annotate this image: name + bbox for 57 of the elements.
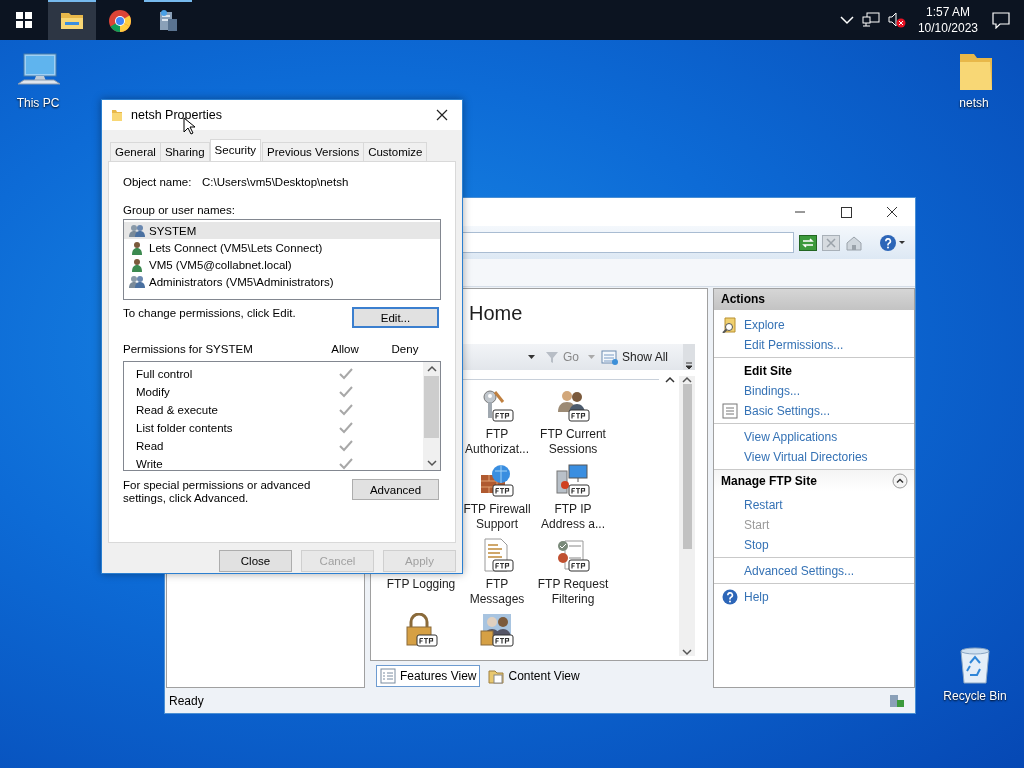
permission-name: Read [136, 440, 165, 452]
action-link[interactable]: Restart [744, 498, 783, 512]
action-link[interactable]: Explore [744, 318, 785, 332]
view-tab[interactable]: Content View [484, 665, 584, 687]
tab[interactable]: Security [209, 139, 262, 161]
feature-label[interactable]: FTP Firewall Support [459, 502, 535, 532]
section-title: Manage FTP Site [721, 474, 817, 488]
status-text: Ready [169, 693, 204, 708]
column-header: Allow [330, 343, 360, 357]
permission-name: List folder contents [136, 422, 234, 434]
feature-label[interactable]: FTP IP Address a... [535, 502, 611, 532]
list-item[interactable]: Administrators (VM5\Administrators) [124, 273, 440, 290]
list-item[interactable]: Lets Connect (VM5\Lets Connect) [124, 239, 440, 256]
tab[interactable]: Sharing [159, 142, 210, 161]
dialog-button[interactable]: Close [219, 550, 292, 572]
feature-label[interactable]: FTP Authorizat... [459, 427, 535, 457]
feature-label[interactable]: FTP Logging [383, 577, 459, 592]
section-heading: Edit Site [743, 363, 793, 380]
edit-button[interactable]: Edit... [352, 307, 439, 328]
permission-name: Full control [136, 368, 194, 380]
clock-date[interactable]: 10/10/2023 [917, 20, 978, 36]
view-tab[interactable]: Features View [376, 665, 481, 687]
action-link[interactable]: Bindings... [744, 384, 801, 398]
feature-label[interactable]: FTP Request Filtering [535, 577, 611, 607]
permission-name: Modify [136, 386, 171, 398]
action-link[interactable]: Edit Permissions... [744, 338, 844, 352]
field-label: Object name: [123, 176, 193, 188]
field-label: Permissions for SYSTEM [123, 343, 254, 357]
column-header: Deny [390, 343, 420, 357]
list-item[interactable]: VM5 (VM5@collabnet.local) [124, 256, 440, 273]
object-path: C:\Users\vm5\Desktop\netsh [202, 176, 349, 188]
tab[interactable]: Previous Versions [262, 142, 365, 161]
tab[interactable]: Customize [363, 142, 428, 161]
action-link[interactable]: Basic Settings... [744, 404, 831, 418]
advanced-button[interactable]: Advanced [352, 479, 439, 500]
action-link[interactable]: Help [744, 590, 769, 604]
feature-label[interactable]: FTP Messages [459, 577, 535, 607]
tab[interactable]: General [110, 142, 161, 161]
list-item[interactable]: SYSTEM [124, 222, 440, 239]
action-link[interactable]: View Applications [744, 430, 838, 444]
show-all-button[interactable]: Show All [600, 349, 668, 365]
permission-name: Read & execute [136, 404, 219, 416]
field-label: Group or user names: [123, 204, 236, 216]
action-link[interactable]: Advanced Settings... [744, 564, 855, 578]
feature-label[interactable]: FTP Current Sessions [535, 427, 611, 457]
page-title: Home [469, 302, 523, 325]
pane-header: Actions [714, 289, 914, 310]
clock-time[interactable]: 1:57 AM [925, 4, 970, 20]
desktop-icon-label[interactable]: This PC [16, 96, 60, 110]
desktop-icon-label[interactable]: Recycle Bin [943, 689, 1007, 703]
action-link[interactable]: Stop [744, 538, 769, 552]
window-title: netsh Properties [131, 108, 223, 122]
permission-name: Write [136, 458, 164, 470]
action-link[interactable]: View Virtual Directories [744, 450, 868, 464]
hint-text: For special permissions or advanced settings, click Advanced. [123, 479, 312, 505]
hint-text: To change permissions, click Edit. [123, 307, 296, 319]
desktop-icon-label[interactable]: netsh [959, 96, 989, 110]
